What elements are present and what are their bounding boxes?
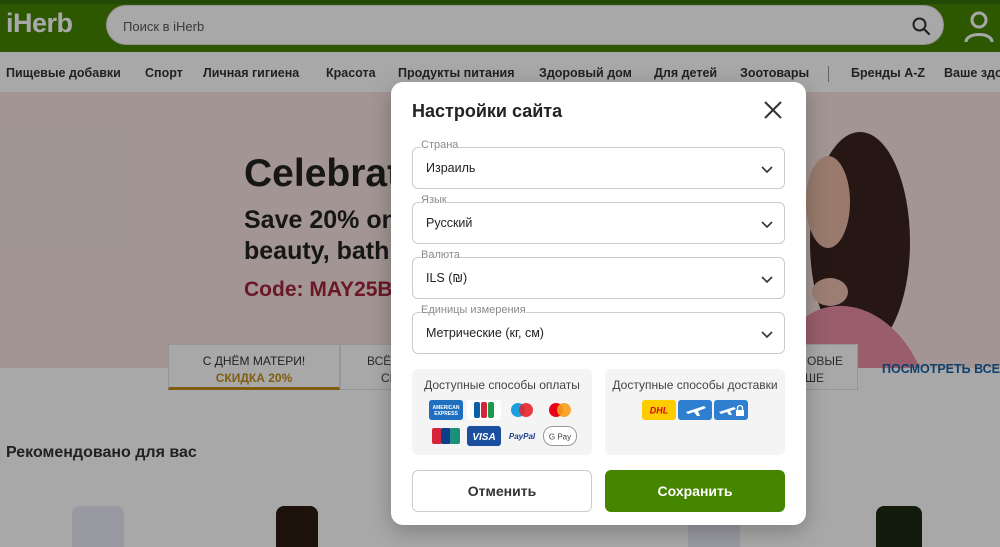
currency-select[interactable]: ILS (₪) (412, 257, 785, 299)
payment-methods-panel: Доступные способы оплаты AMERICAN EXPRES… (412, 369, 592, 455)
delivery-methods-title: Доступные способы доставки (612, 378, 778, 392)
currency-label: Валюта (421, 249, 460, 261)
airplane-icon (678, 400, 712, 420)
unionpay-icon (432, 428, 460, 444)
jcb-icon (467, 400, 501, 420)
delivery-methods-panel: Доступные способы доставки DHL (605, 369, 785, 455)
language-select[interactable]: Русский (412, 202, 785, 244)
google-pay-icon: G Pay (543, 426, 577, 446)
country-label: Страна (421, 139, 459, 151)
close-icon[interactable] (762, 99, 784, 121)
chevron-down-icon (761, 276, 773, 284)
chevron-down-icon (761, 166, 773, 174)
svg-text:PayPal: PayPal (509, 432, 536, 441)
language-label: Язык (421, 194, 447, 206)
maestro-icon (511, 403, 533, 417)
dialog-title: Настройки сайта (412, 101, 563, 121)
units-select[interactable]: Метрические (кг, см) (412, 312, 785, 354)
svg-text:VISA: VISA (472, 432, 495, 443)
country-value: Израиль (426, 161, 476, 175)
country-select[interactable]: Израиль (412, 147, 785, 189)
payment-methods-title: Доступные способы оплаты (424, 378, 580, 392)
units-value: Метрические (кг, см) (426, 326, 544, 340)
mastercard-icon (549, 403, 571, 417)
svg-text:DHL: DHL (650, 406, 669, 416)
visa-icon: VISA (467, 426, 501, 446)
cancel-button[interactable]: Отменить (412, 470, 592, 512)
svg-text:EXPRESS: EXPRESS (434, 411, 458, 417)
chevron-down-icon (761, 331, 773, 339)
save-button[interactable]: Сохранить (605, 470, 785, 512)
currency-value: ILS (₪) (426, 271, 468, 285)
svg-text:G Pay: G Pay (549, 433, 571, 442)
chevron-down-icon (761, 221, 773, 229)
paypal-icon: PayPal (509, 432, 536, 441)
site-settings-dialog: Настройки сайта Израиль Страна Русский Я… (391, 82, 806, 525)
airplane-lock-icon (714, 400, 748, 420)
language-value: Русский (426, 216, 473, 230)
units-label: Единицы измерения (421, 304, 526, 316)
dhl-icon: DHL (642, 400, 676, 420)
amex-icon: AMERICAN EXPRESS (429, 400, 463, 420)
